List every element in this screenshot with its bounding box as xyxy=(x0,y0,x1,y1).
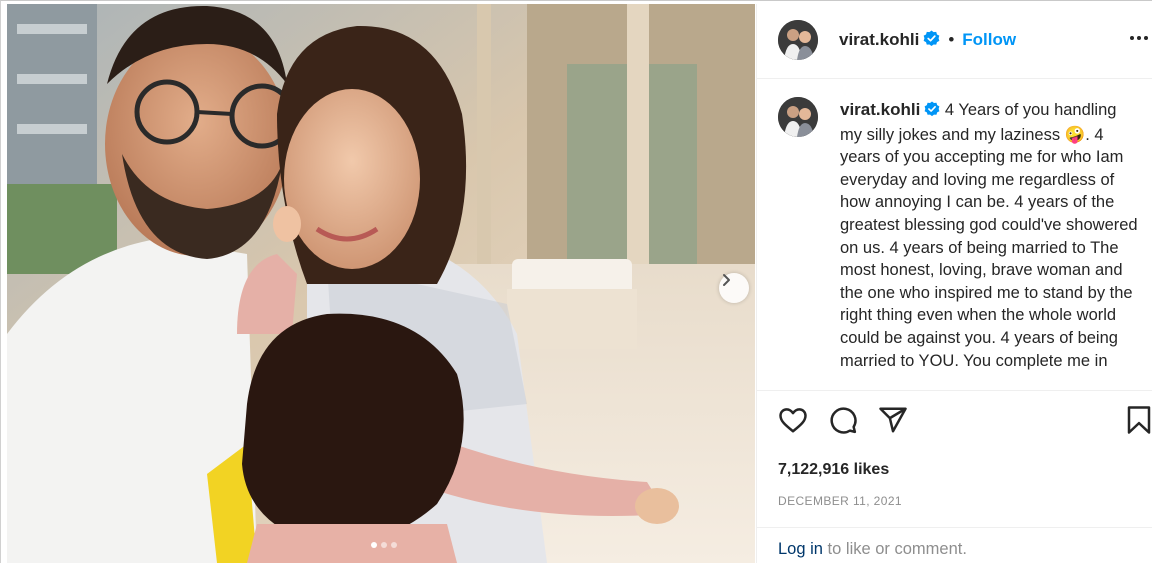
save-button[interactable] xyxy=(1126,405,1152,440)
more-options-button[interactable] xyxy=(1129,28,1149,53)
share-icon xyxy=(879,407,907,433)
post-side-panel: virat.kohli • Follow virat.kohli 4 Years o… xyxy=(756,4,1152,563)
carousel-indicator xyxy=(371,542,397,548)
like-button[interactable] xyxy=(778,405,808,440)
post-actions: 7,122,916 likes DECEMBER 11, 2021 Log in… xyxy=(757,390,1152,568)
post-header: virat.kohli • Follow xyxy=(757,4,1152,79)
bookmark-icon xyxy=(1127,406,1151,434)
heart-icon xyxy=(779,408,807,433)
photo-illustration xyxy=(7,4,755,563)
share-button[interactable] xyxy=(878,405,908,440)
caption-username[interactable]: virat.kohli xyxy=(840,100,920,119)
separator-dot: • xyxy=(948,30,955,49)
chevron-right-icon xyxy=(723,274,730,286)
follow-button[interactable]: Follow xyxy=(962,30,1016,49)
avatar-image xyxy=(778,20,818,60)
verified-badge-icon xyxy=(924,101,940,124)
login-suffix: to like or comment. xyxy=(822,540,967,558)
comment-icon xyxy=(830,407,857,434)
caption: virat.kohli 4 Years of you handling my s… xyxy=(840,99,1140,372)
avatar[interactable] xyxy=(778,20,818,60)
avatar-image xyxy=(778,97,818,137)
likes-count[interactable]: 7,122,916 likes xyxy=(778,461,889,479)
caption-scroll-area[interactable]: virat.kohli 4 Years of you handling my s… xyxy=(757,79,1152,389)
carousel-dot xyxy=(391,542,397,548)
post-photo[interactable] xyxy=(7,4,755,563)
caption-text: 4 Years of you handling my silly jokes a… xyxy=(840,101,1138,370)
caption-avatar[interactable] xyxy=(778,97,818,137)
post-date[interactable]: DECEMBER 11, 2021 xyxy=(778,494,902,508)
comment-button[interactable] xyxy=(828,405,858,440)
verified-badge-icon xyxy=(923,30,940,52)
login-link[interactable]: Log in xyxy=(778,540,823,558)
username[interactable]: virat.kohli xyxy=(839,30,919,49)
carousel-dot xyxy=(371,542,377,548)
more-horizontal-icon xyxy=(1130,36,1148,40)
next-photo-button[interactable] xyxy=(719,273,749,303)
carousel-dot xyxy=(381,542,387,548)
